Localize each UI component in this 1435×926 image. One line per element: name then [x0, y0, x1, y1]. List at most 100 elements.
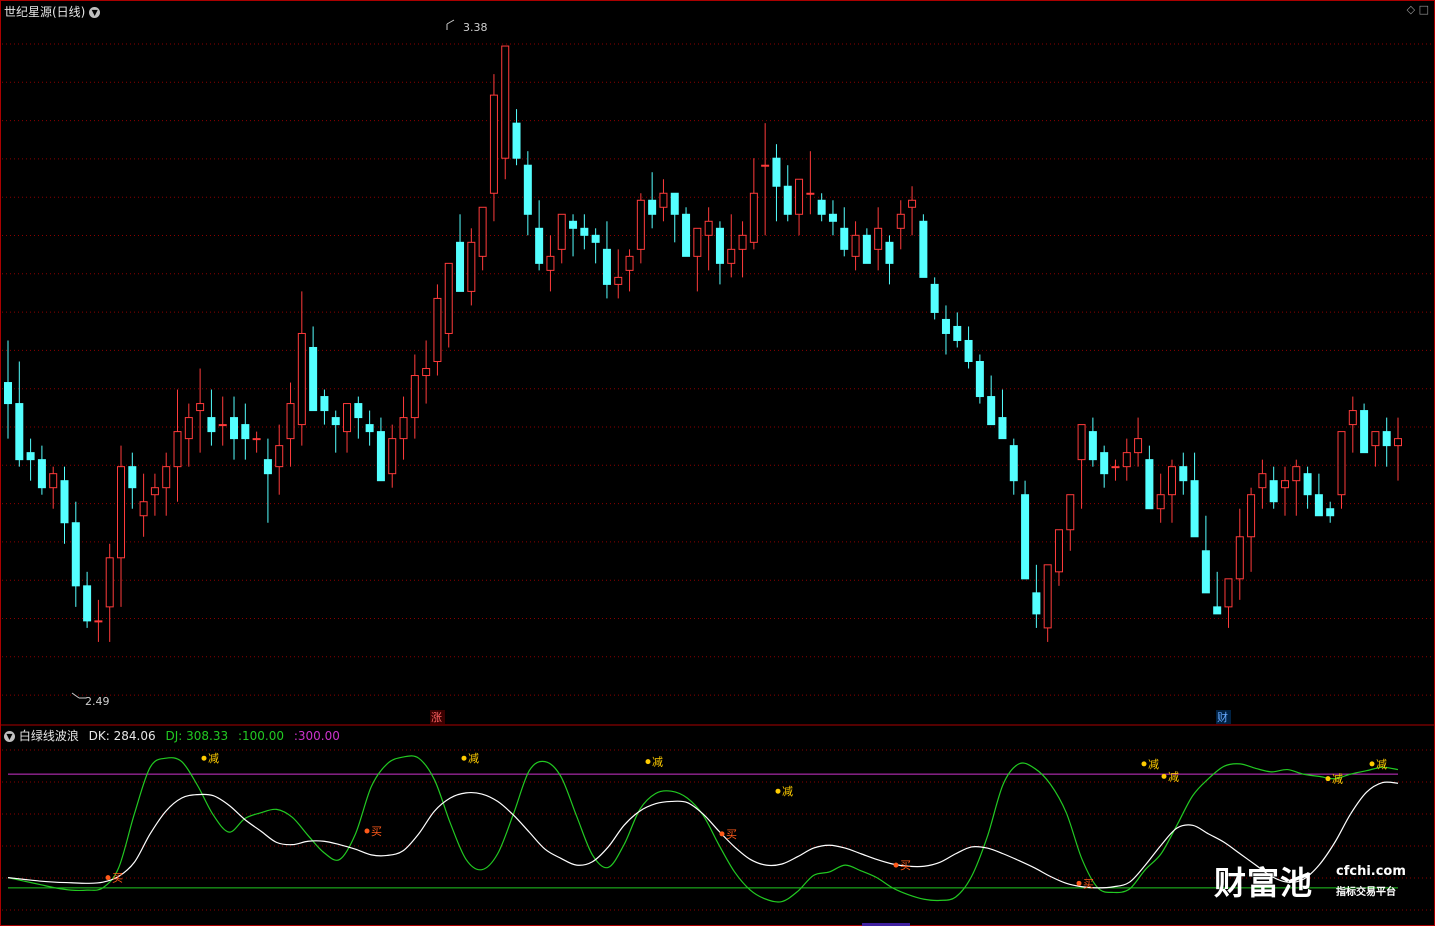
candle [331, 410, 340, 453]
candle [365, 410, 374, 446]
signal-dot [1325, 776, 1331, 782]
high-price-label: 3.38 [463, 21, 488, 34]
candle [512, 109, 521, 166]
signal-dot [645, 759, 651, 765]
candle-body [467, 241, 476, 292]
candle-body [410, 375, 419, 419]
candle [1088, 417, 1097, 467]
candle-body [987, 396, 996, 426]
square-icon[interactable]: □ [1419, 3, 1429, 16]
zhang-marker[interactable]: 涨 [431, 711, 442, 724]
candle-body [569, 220, 578, 229]
candle [625, 249, 634, 292]
candle-body [184, 417, 193, 440]
candle [715, 221, 724, 285]
candle-body [1337, 431, 1346, 496]
candle-body [1088, 431, 1097, 461]
candle-body [851, 234, 860, 257]
candle-body [37, 459, 46, 489]
buy-signal: 买 [364, 825, 382, 838]
signal-label: 减 [468, 752, 479, 765]
candle [523, 151, 532, 236]
low-price-label: 2.49 [85, 695, 110, 708]
signal-label: 减 [1332, 773, 1343, 786]
candle [173, 389, 182, 502]
candle-body [207, 417, 216, 433]
candle-body [162, 466, 171, 489]
main-chart-header: 世纪星源(日线) ▼ [4, 3, 101, 20]
candle-body [1009, 445, 1018, 482]
candle-body [117, 466, 126, 559]
candle [150, 473, 159, 516]
candle-body [1100, 452, 1109, 475]
dj-value: 308.33 [186, 729, 229, 743]
event-markers: 涨 财 [430, 710, 1231, 724]
candle [896, 200, 905, 250]
signal-dot [461, 755, 467, 761]
candle-body [1054, 529, 1063, 573]
dk-line [7, 781, 1399, 889]
candle-body [331, 417, 340, 426]
candle [975, 354, 984, 404]
candle-body [286, 403, 295, 440]
candle-body [772, 157, 781, 187]
candle-body [1371, 431, 1380, 447]
dj-label: DJ: [165, 729, 183, 743]
candle-body [241, 424, 250, 440]
candle-body [1111, 466, 1120, 469]
candle-body [523, 164, 532, 215]
cai-marker[interactable]: 财 [1217, 710, 1228, 724]
candle [862, 228, 871, 264]
candle-body [399, 417, 408, 440]
candle [1348, 396, 1357, 453]
candle-body [1167, 466, 1176, 496]
candle [286, 382, 295, 467]
candle-body [941, 318, 950, 334]
signal-dot [719, 831, 725, 837]
candle [26, 438, 35, 481]
candle [704, 207, 713, 271]
candle [953, 312, 962, 348]
candle-body [1292, 466, 1301, 482]
candle [410, 354, 419, 439]
candle-body [749, 192, 758, 243]
candle-body [1179, 466, 1188, 482]
candle-body [783, 185, 792, 215]
indicator-signals: 买减 减买减买减买买减减 减减 [105, 752, 1387, 890]
signal-label: 买 [1083, 877, 1094, 890]
candle [557, 213, 566, 264]
candle-body [1122, 452, 1131, 468]
candle-body [828, 213, 837, 222]
collapse-icon[interactable]: ▼ [89, 7, 101, 18]
candle [60, 466, 69, 544]
candle [1303, 466, 1312, 509]
candle-body [263, 459, 272, 475]
watermark: 财富池 cfchi.com 指标交易平台 [1214, 858, 1414, 902]
candle-body [670, 192, 679, 215]
candle [636, 193, 645, 264]
candle [1043, 564, 1052, 642]
indicator-menu-icon[interactable]: ▼ [4, 731, 15, 742]
candle [207, 389, 216, 446]
dk-value: 284.06 [113, 729, 156, 743]
candle [478, 206, 487, 271]
indicator-name[interactable]: 白绿线波浪 [19, 729, 79, 743]
candle-body [1134, 438, 1143, 454]
diamond-icon[interactable]: ◇ [1407, 3, 1415, 16]
candle-body [15, 403, 24, 461]
candle-body [489, 94, 498, 194]
candle [309, 326, 318, 412]
candle-body [727, 248, 736, 264]
candle-body [433, 297, 442, 363]
candle-body [501, 45, 510, 159]
candle-body [693, 227, 702, 257]
candle [1054, 529, 1063, 586]
candle-body [1348, 410, 1357, 426]
candle [1145, 445, 1154, 510]
candle [489, 74, 498, 222]
candle-body [1032, 592, 1041, 615]
candle [263, 438, 272, 523]
candle-body [94, 620, 103, 623]
candle [874, 207, 883, 271]
candle-body [885, 241, 894, 264]
